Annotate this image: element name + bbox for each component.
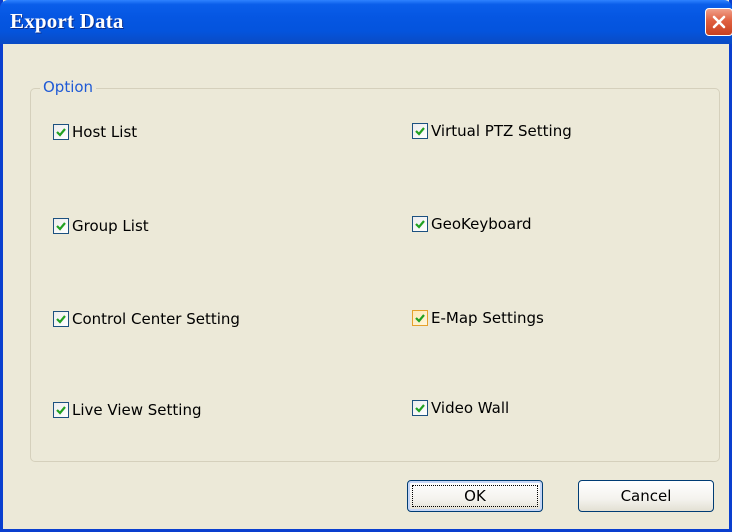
checkmark-icon [56,406,66,415]
option-host-list[interactable]: Host List [53,121,137,143]
focus-rectangle [412,485,538,507]
option-group-legend: Option [40,78,97,96]
ok-button[interactable]: OK [407,480,543,512]
host-list-checkbox[interactable] [53,124,69,140]
video-wall-checkbox[interactable] [412,400,428,416]
host-list-label: Host List [72,123,138,141]
checkmark-icon [415,314,425,323]
checkmark-icon [415,404,425,413]
checkmark-icon [415,220,425,229]
group-list-checkbox[interactable] [53,218,69,234]
option-live-view-setting[interactable]: Live View Setting [53,399,201,421]
control-center-setting-checkbox[interactable] [53,311,69,327]
live-view-setting-checkbox[interactable] [53,402,69,418]
close-button[interactable] [705,8,732,36]
checkmark-icon [415,127,425,136]
group-list-label: Group List [72,217,149,235]
option-video-wall[interactable]: Video Wall [412,397,509,419]
geokeyboard-label: GeoKeyboard [431,215,532,233]
control-center-setting-label: Control Center Setting [72,310,240,328]
live-view-setting-label: Live View Setting [72,401,202,419]
option-group-list[interactable]: Group List [53,215,149,237]
cancel-button-label: Cancel [620,487,672,505]
option-geokeyboard[interactable]: GeoKeyboard [412,213,532,235]
cancel-button[interactable]: Cancel [578,480,714,512]
virtual-ptz-setting-label: Virtual PTZ Setting [431,122,572,140]
window-title: Export Data [10,9,124,33]
option-control-center-setting[interactable]: Control Center Setting [53,308,240,330]
option-emap-settings[interactable]: E-Map Settings [412,307,544,329]
option-virtual-ptz-setting[interactable]: Virtual PTZ Setting [412,120,572,142]
checkmark-icon [56,128,66,137]
video-wall-label: Video Wall [431,399,510,417]
virtual-ptz-setting-checkbox[interactable] [412,123,428,139]
geokeyboard-checkbox[interactable] [412,216,428,232]
title-bar[interactable]: Export Data [0,0,732,44]
close-icon [712,15,726,29]
checkmark-icon [56,222,66,231]
emap-settings-checkbox[interactable] [412,310,428,326]
emap-settings-label: E-Map Settings [431,309,544,327]
checkmark-icon [56,315,66,324]
